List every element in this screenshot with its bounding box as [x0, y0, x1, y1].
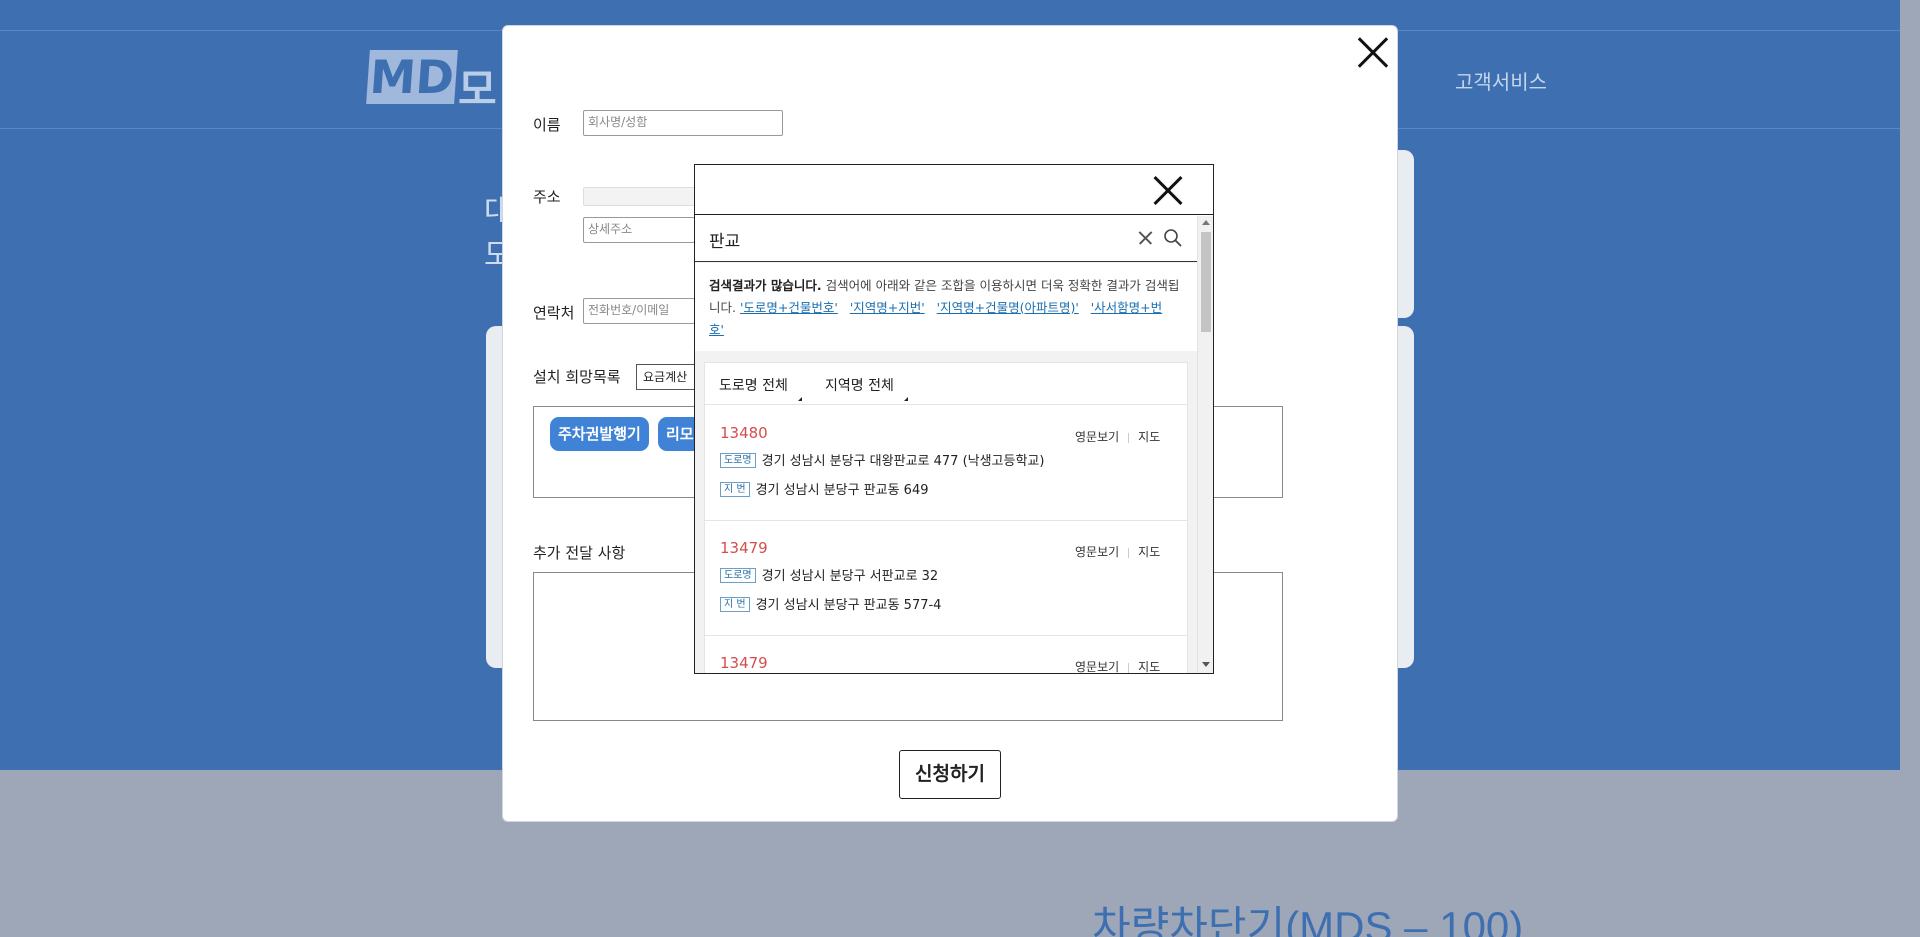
search-icon[interactable]	[1163, 228, 1183, 248]
road-badge: 도로명	[720, 453, 756, 468]
search-bar: 판교	[695, 216, 1197, 262]
name-input[interactable]: 회사명/성함	[583, 110, 783, 136]
result-list: 도로명 전체 지역명 전체 13480 영문보기 지도 도로명 경기 성남시 분당구…	[704, 362, 1188, 673]
zipcode[interactable]: 13479	[720, 539, 768, 557]
search-notice: 검색결과가 많습니다. 검색어에 아래와 같은 조합을 이용하시면 더욱 정확한…	[695, 263, 1197, 351]
hint-link-jibun[interactable]: '지역명+지번'	[850, 300, 925, 315]
scroll-down-icon[interactable]	[1202, 662, 1210, 667]
zipcode[interactable]: 13479	[720, 654, 768, 672]
nav-customer-service[interactable]: 고객서비스	[1455, 66, 1547, 95]
clear-icon[interactable]	[1138, 230, 1154, 246]
map-link[interactable]: 지도	[1138, 430, 1160, 444]
product-title: 차량차단기(MDS – 100)	[1092, 903, 1524, 937]
jibun-badge: 지 번	[720, 482, 750, 497]
tag-remote[interactable]: 리모	[658, 417, 694, 451]
map-link[interactable]: 지도	[1138, 545, 1160, 559]
scrollbar[interactable]	[1197, 216, 1213, 673]
jibun-badge: 지 번	[720, 597, 750, 612]
filter-road[interactable]: 도로명 전체	[719, 375, 802, 401]
zipcode[interactable]: 13480	[720, 424, 768, 442]
road-badge: 도로명	[720, 568, 756, 583]
result-links: 영문보기 지도	[1075, 428, 1160, 445]
filter-road-label: 도로명 전체	[719, 378, 788, 394]
filter-region[interactable]: 지역명 전체	[825, 375, 908, 401]
dropdown-icon	[797, 397, 802, 401]
wishlist-select[interactable]: 요금계산	[636, 364, 696, 390]
road-address[interactable]: 도로명 경기 성남시 분당구 서판교로 32	[720, 565, 938, 584]
site-logo[interactable]: MD	[366, 50, 458, 104]
address-input[interactable]	[583, 187, 695, 206]
jibun-address-text: 경기 성남시 분당구 판교동 577-4	[755, 598, 942, 613]
scroll-thumb[interactable]	[1201, 232, 1211, 332]
jibun-address[interactable]: 지 번 경기 성남시 분당구 판교동 649	[720, 479, 929, 498]
popup-body: 판교 검색결과가 많습니다. 검색어에 아래와 같은 조합을 이용하시면 더욱 …	[695, 216, 1213, 673]
list-item[interactable]: 13480 영문보기 지도 도로명 경기 성남시 분당구 대왕판교로 477 (낙생…	[705, 406, 1187, 521]
submit-button[interactable]: 신청하기	[899, 750, 1001, 799]
popup-header	[695, 165, 1213, 215]
english-link[interactable]: 영문보기	[1075, 545, 1119, 559]
english-link[interactable]: 영문보기	[1075, 660, 1119, 673]
result-links: 영문보기 지도	[1075, 543, 1160, 560]
filter-region-label: 지역명 전체	[825, 378, 894, 394]
hint-link-road[interactable]: '도로명+건물번호'	[740, 300, 838, 315]
jibun-address[interactable]: 지 번 경기 성남시 분당구 판교동 577-4	[720, 594, 941, 613]
dropdown-icon	[903, 397, 908, 401]
site-logo-text: 모	[458, 65, 497, 114]
modal-close-icon[interactable]	[1352, 32, 1392, 72]
road-address[interactable]: 도로명 경기 성남시 분당구 대왕판교로 477 (낙생고등학교)	[720, 450, 1044, 469]
scroll-up-icon[interactable]	[1202, 220, 1210, 225]
wishlist-label: 설치 희망목록	[533, 368, 621, 386]
address-label: 주소	[533, 188, 561, 206]
result-links: 영문보기 지도	[1075, 658, 1160, 673]
name-label: 이름	[533, 116, 561, 134]
tag-parking-ticket[interactable]: 주차권발행기	[550, 417, 649, 451]
contact-input[interactable]: 전화번호/이메일	[583, 298, 695, 324]
hint-link-building[interactable]: '지역명+건물명(아파트명)'	[937, 300, 1079, 315]
map-link[interactable]: 지도	[1138, 660, 1160, 673]
extra-label: 추가 전달 사항	[533, 544, 626, 562]
road-address-text: 경기 성남시 분당구 서판교로 32	[761, 569, 939, 584]
search-input[interactable]: 판교	[709, 227, 740, 252]
english-link[interactable]: 영문보기	[1075, 430, 1119, 444]
list-item[interactable]: 13479 영문보기 지도	[705, 636, 1187, 673]
address-detail-input[interactable]: 상세주소	[583, 217, 695, 243]
list-item[interactable]: 13479 영문보기 지도 도로명 경기 성남시 분당구 서판교로 32 지 번 경기…	[705, 521, 1187, 636]
road-address-text: 경기 성남시 분당구 대왕판교로 477 (낙생고등학교)	[761, 454, 1045, 469]
popup-close-icon[interactable]	[1151, 173, 1185, 207]
notice-title: 검색결과가 많습니다.	[709, 278, 822, 293]
contact-label: 연락처	[533, 304, 575, 322]
filter-row: 도로명 전체 지역명 전체	[705, 363, 1187, 405]
jibun-address-text: 경기 성남시 분당구 판교동 649	[755, 483, 929, 498]
address-search-popup: 판교 검색결과가 많습니다. 검색어에 아래와 같은 조합을 이용하시면 더욱 …	[694, 164, 1214, 674]
